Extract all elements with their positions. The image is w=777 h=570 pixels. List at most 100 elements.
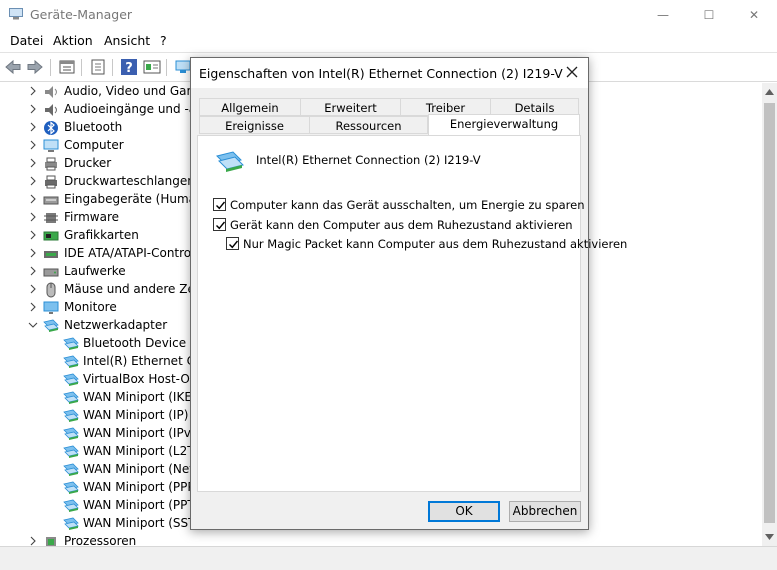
audio-io-icon: [45, 104, 57, 116]
status-bar: [0, 546, 777, 570]
network-adapter-icon: [63, 499, 79, 512]
toolbar-separator: [81, 59, 82, 76]
view-icon[interactable]: [143, 58, 161, 76]
minimize-button[interactable]: —: [640, 0, 686, 30]
tab-erweitert[interactable]: Erweitert: [300, 98, 401, 116]
dialog-titlebar: Eigenschaften von Intel(R) Ethernet Conn…: [191, 58, 588, 88]
tree-item-label: WAN Miniport (L2TP: [83, 444, 202, 458]
tree-item-label: Laufwerke: [64, 264, 126, 278]
computer-icon: [43, 139, 59, 152]
scroll-up-icon[interactable]: [765, 88, 774, 96]
maximize-button[interactable]: ☐: [686, 0, 732, 30]
window-title: Geräte-Manager: [30, 7, 133, 22]
scrollbar-thumb[interactable]: [764, 103, 775, 523]
dialog-title: Eigenschaften von Intel(R) Ethernet Conn…: [199, 66, 563, 81]
chevron-right-icon[interactable]: [28, 157, 38, 169]
device-name: Intel(R) Ethernet Connection (2) I219-V: [256, 153, 481, 167]
menu-ansicht[interactable]: Ansicht: [104, 33, 150, 48]
firmware-icon: [44, 213, 58, 223]
network-adapter-icon: [216, 151, 244, 172]
tree-item-label: Bluetooth: [64, 120, 123, 134]
chevron-right-icon[interactable]: [28, 85, 38, 97]
network-adapter-icon: [63, 409, 79, 422]
toolbar-separator: [166, 59, 167, 76]
menu-datei[interactable]: Datei: [10, 33, 43, 48]
display-adapter-icon: [43, 231, 59, 241]
properties-dialog: Eigenschaften von Intel(R) Ethernet Conn…: [190, 57, 627, 530]
tree-item-label: IDE ATA/ATAPI-Controlle: [64, 246, 206, 260]
tree-item-label: Firmware: [64, 210, 119, 224]
tree-item-label: Audioeingänge und -au: [64, 102, 204, 116]
tree-item-label: Audio, Video und Game: [64, 84, 206, 98]
chevron-right-icon[interactable]: [28, 103, 38, 115]
tree-item-label: WAN Miniport (PPTI: [83, 498, 199, 512]
network-adapter-icon: [43, 319, 59, 332]
close-button[interactable]: ✕: [731, 0, 777, 30]
close-icon: ✕: [748, 8, 760, 22]
network-adapter-icon: [63, 427, 79, 440]
network-adapter-icon: [63, 337, 79, 350]
tab-allgemein[interactable]: Allgemein: [199, 98, 301, 116]
audio-icon: [45, 86, 57, 98]
tree-item-label: Drucker: [64, 156, 112, 170]
drive-icon: [43, 268, 59, 277]
back-icon[interactable]: [4, 58, 22, 76]
network-adapter-icon: [63, 391, 79, 404]
properties-icon[interactable]: [58, 58, 76, 76]
tree-item-label: Mäuse und andere Zeig: [64, 282, 206, 296]
chevron-right-icon[interactable]: [28, 139, 38, 151]
minimize-icon: —: [657, 8, 669, 22]
checkbox-label: Gerät kann den Computer aus dem Ruhezust…: [230, 218, 573, 232]
help-icon[interactable]: ?: [120, 58, 138, 76]
dialog-close-icon[interactable]: [564, 64, 580, 80]
ok-button[interactable]: OK: [428, 501, 500, 522]
chevron-right-icon[interactable]: [28, 265, 38, 277]
forward-icon[interactable]: [26, 58, 44, 76]
cancel-button[interactable]: Abbrechen: [509, 501, 581, 522]
network-adapter-icon: [63, 463, 79, 476]
tree-item-label: WAN Miniport (PPPO: [83, 480, 205, 494]
chevron-right-icon[interactable]: [28, 535, 38, 546]
device-icon[interactable]: [89, 58, 107, 76]
scroll-down-icon[interactable]: [765, 533, 774, 541]
tree-item-label: Prozessoren: [64, 534, 137, 546]
hid-icon: [43, 196, 59, 205]
chevron-right-icon[interactable]: [28, 283, 38, 295]
menu-bar: Datei Aktion Ansicht ?: [0, 30, 777, 52]
chevron-right-icon[interactable]: [28, 175, 38, 187]
chevron-right-icon[interactable]: [28, 229, 38, 241]
menu-help[interactable]: ?: [160, 33, 167, 48]
tree-item-label: VirtualBox Host-Onl: [83, 372, 201, 386]
menu-aktion[interactable]: Aktion: [53, 33, 93, 48]
chevron-right-icon[interactable]: [28, 247, 38, 259]
checkbox-label: Computer kann das Gerät ausschalten, um …: [230, 198, 585, 212]
chevron-right-icon[interactable]: [28, 301, 38, 313]
tab-ressourcen[interactable]: Ressourcen: [309, 116, 428, 134]
network-adapter-icon: [63, 517, 79, 530]
network-adapter-icon: [63, 373, 79, 386]
mouse-icon: [46, 282, 56, 298]
checkbox-label: Nur Magic Packet kann Computer aus dem R…: [243, 237, 628, 251]
chevron-down-icon[interactable]: [28, 319, 38, 331]
tree-item-label: WAN Miniport (IP): [83, 408, 189, 422]
tree-item-label: WAN Miniport (IKEv: [83, 390, 200, 404]
chevron-right-icon[interactable]: [28, 211, 38, 223]
toolbar-separator: [50, 59, 51, 76]
tab-ereignisse[interactable]: Ereignisse: [199, 116, 310, 134]
checkbox-box[interactable]: [226, 237, 239, 250]
printer-icon: [45, 157, 57, 171]
tab-panel: Intel(R) Ethernet Connection (2) I219-V …: [197, 135, 627, 492]
checkbox-box[interactable]: [213, 218, 226, 231]
tree-item-label: WAN Miniport (Netw: [83, 462, 204, 476]
print-queue-icon: [45, 175, 57, 189]
chevron-right-icon[interactable]: [28, 121, 38, 133]
vertical-scrollbar[interactable]: [762, 83, 777, 546]
toolbar-separator: [112, 59, 113, 76]
tree-item-label: WAN Miniport (IPv6: [83, 426, 199, 440]
checkmark-icon: [229, 240, 239, 249]
checkbox-box[interactable]: [213, 198, 226, 211]
tab-energieverwaltung[interactable]: Energieverwaltung: [428, 114, 580, 135]
ide-icon: [44, 251, 58, 258]
chevron-right-icon[interactable]: [28, 193, 38, 205]
tree-item-label: Intel(R) Ethernet Cor: [83, 354, 208, 368]
